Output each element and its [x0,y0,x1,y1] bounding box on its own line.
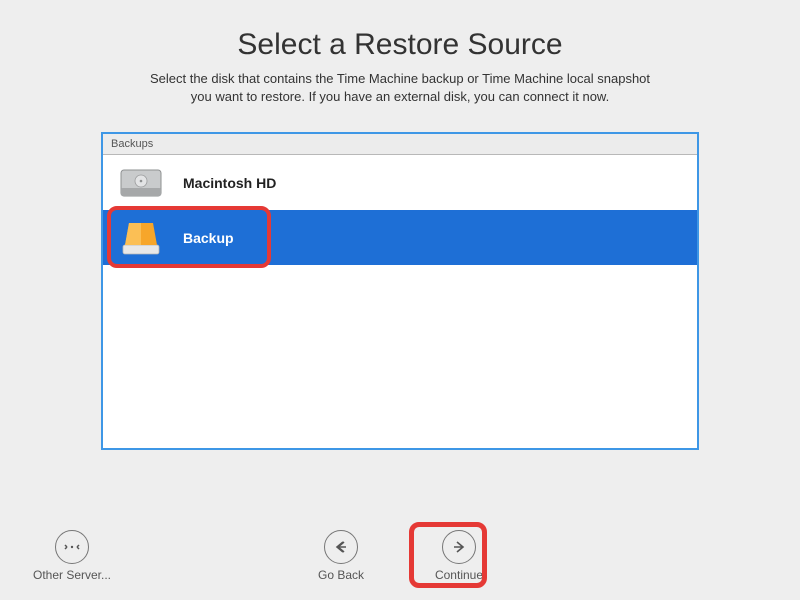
backup-list-panel: Backups Macintosh HD Backup [101,132,699,450]
external-disk-icon [117,219,165,257]
page-title: Select a Restore Source [0,28,800,62]
page-subtitle: Select the disk that contains the Time M… [0,70,800,106]
go-back-button[interactable]: Go Back [297,530,385,582]
list-header: Backups [103,134,697,155]
other-server-label: Other Server... [33,568,111,582]
footer-toolbar: Other Server... Go Back Continue [0,530,800,582]
other-server-button[interactable]: Other Server... [28,530,116,582]
subtitle-line-2: you want to restore. If you have an exte… [191,89,609,104]
list-item-macintosh-hd[interactable]: Macintosh HD [103,155,697,210]
list-body: Macintosh HD Backup [103,155,697,448]
network-icon [55,530,89,564]
subtitle-line-1: Select the disk that contains the Time M… [150,71,650,86]
continue-button[interactable]: Continue [415,530,503,582]
continue-label: Continue [435,568,483,582]
list-item-label: Backup [183,230,234,246]
internal-disk-icon [117,164,165,202]
list-item-backup[interactable]: Backup [103,210,697,265]
arrow-right-icon [442,530,476,564]
go-back-label: Go Back [318,568,364,582]
arrow-left-icon [324,530,358,564]
list-item-label: Macintosh HD [183,175,276,191]
